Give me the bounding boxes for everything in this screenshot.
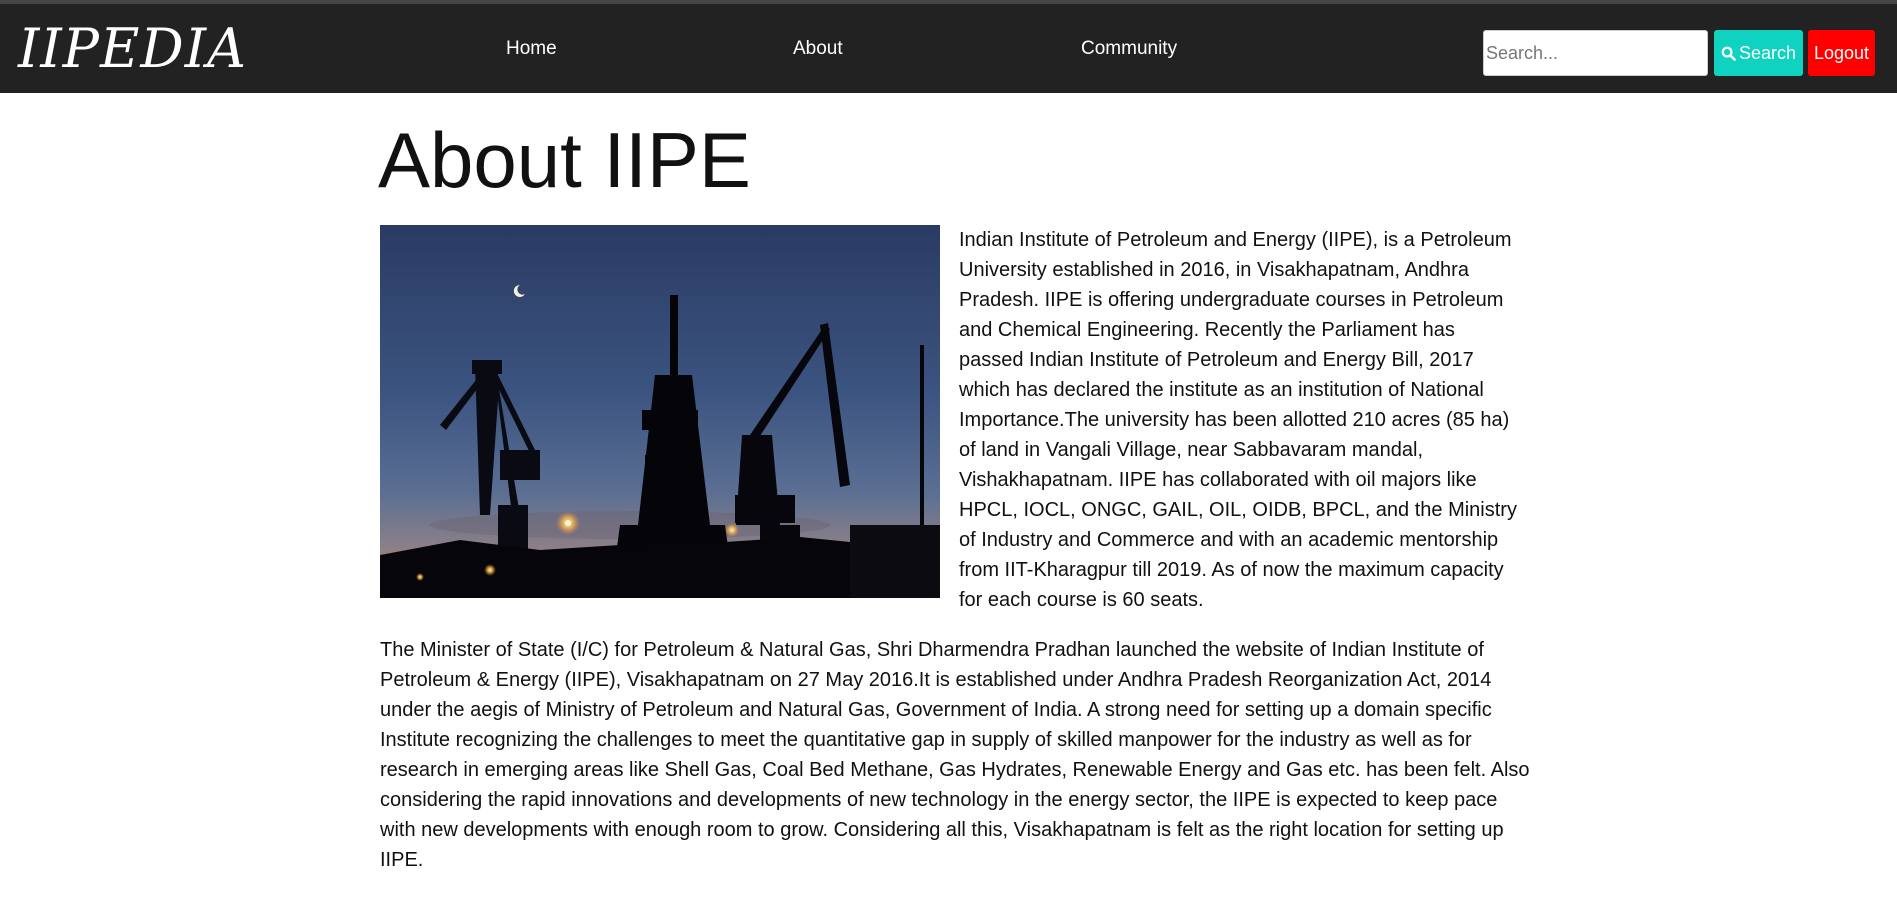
page-title: About IIPE: [378, 116, 751, 204]
logout-button[interactable]: Logout: [1808, 30, 1875, 76]
refinery-cranes-image: [380, 225, 940, 598]
nav-home-link[interactable]: Home: [506, 36, 557, 62]
site-logo[interactable]: IIPEDIA: [18, 20, 247, 78]
nav-about-link[interactable]: About: [793, 36, 843, 62]
about-paragraph-intro: Indian Institute of Petroleum and Energy…: [959, 229, 1517, 611]
about-paragraph-history: The Minister of State (I/C) for Petroleu…: [380, 639, 1530, 871]
search-input[interactable]: [1483, 30, 1708, 76]
search-button-label: Search: [1738, 42, 1797, 63]
search-button[interactable]: Search: [1714, 30, 1803, 76]
nav-community-link[interactable]: Community: [1081, 36, 1177, 62]
refinery-silhouette-illustration: [380, 225, 940, 598]
top-navbar: IIPEDIA Home About Community Search Logo…: [0, 0, 1897, 93]
search-icon: [1721, 46, 1736, 61]
